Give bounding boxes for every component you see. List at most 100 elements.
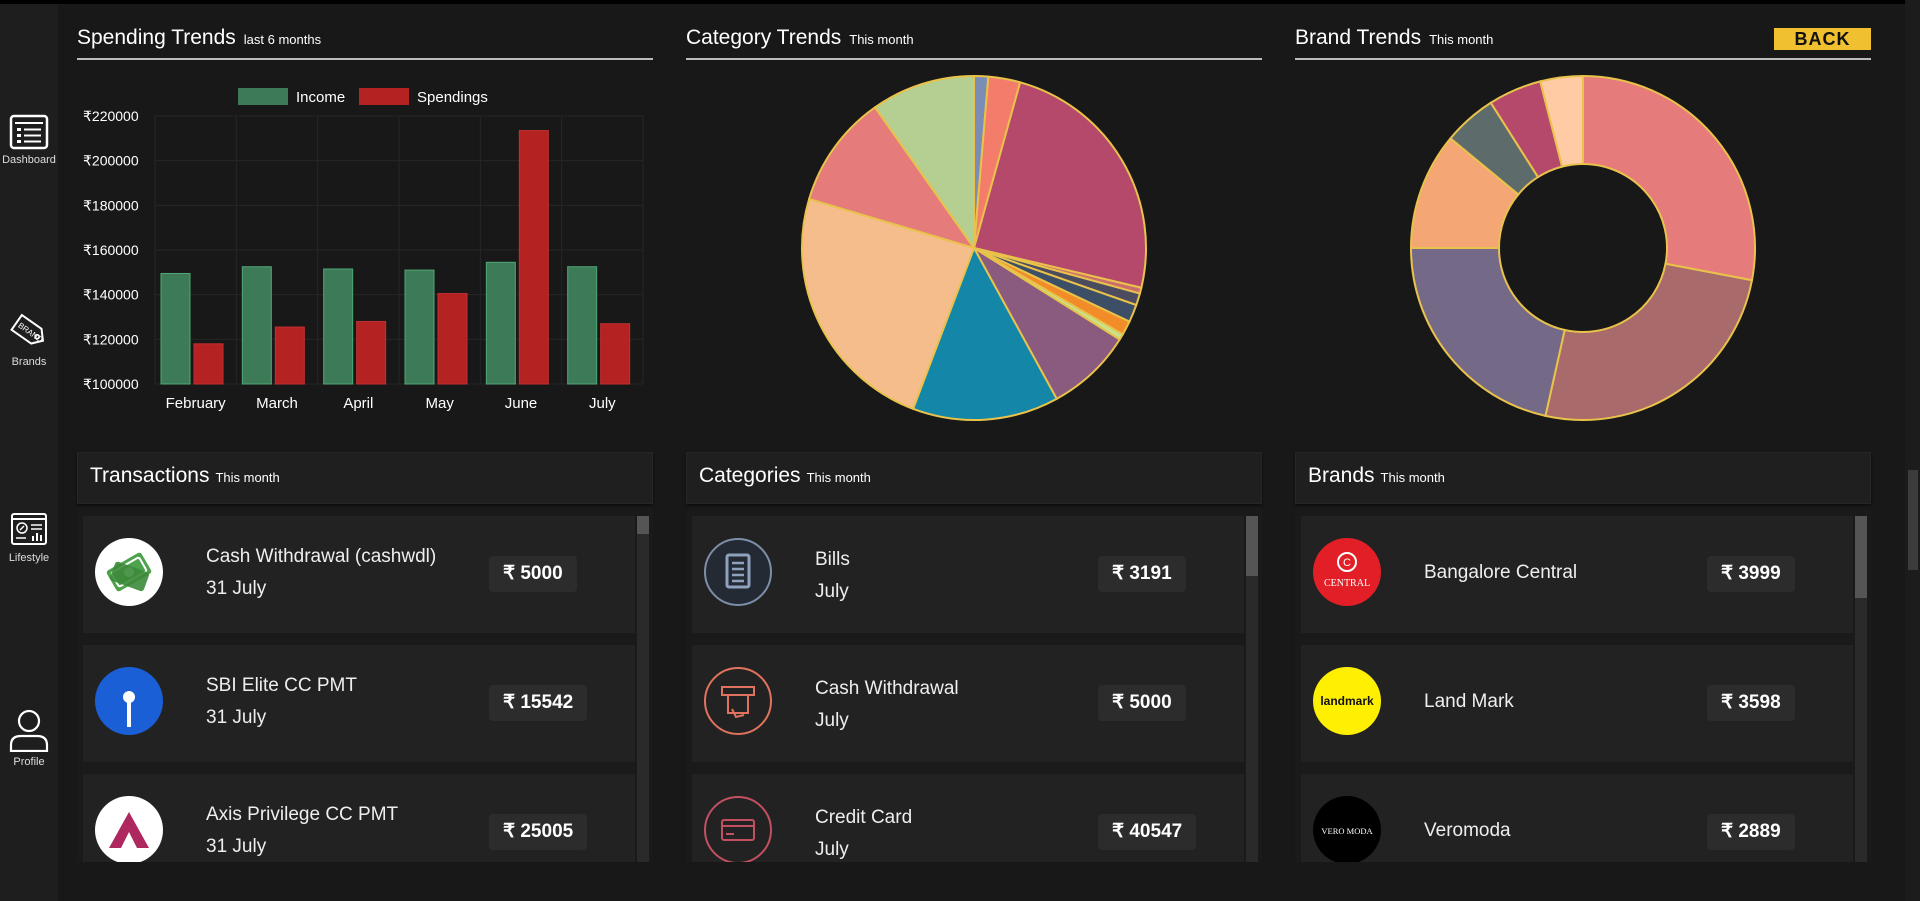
- brand-amount: ₹ 3999: [1707, 556, 1795, 592]
- spending-trends-header: Spending Trends last 6 months: [77, 26, 653, 60]
- panel-subtitle: This month: [1429, 32, 1494, 47]
- x-tick-label: May: [425, 395, 454, 412]
- brand-donut-chart: [1409, 74, 1756, 421]
- y-tick-label: ₹160000: [83, 242, 139, 258]
- pie-slice: [1544, 262, 1754, 421]
- sidebar-item-lifestyle[interactable]: Lifestyle: [0, 512, 58, 564]
- y-tick-label: ₹220000: [83, 108, 139, 124]
- transaction-name: Axis Privilege CC PMT: [206, 804, 399, 825]
- transaction-date: 31 July: [206, 578, 267, 599]
- panel-title: Category Trends: [686, 26, 842, 49]
- brands-card: Brands This month C CENTRAL Bangalore Cent…: [1295, 452, 1871, 862]
- list-item[interactable]: Axis Privilege CC PMT 31 July ₹ 25005: [83, 774, 635, 862]
- brand-name: Veromoda: [1424, 820, 1511, 841]
- landmark-logo-text: landmark: [1320, 694, 1374, 708]
- sbi-logo: [95, 667, 163, 735]
- transaction-amount: ₹ 25005: [489, 814, 588, 850]
- transactions-list[interactable]: Cash Withdrawal (cashwdl) 31 July ₹ 5000…: [83, 516, 635, 862]
- transaction-amount: ₹ 15542: [489, 685, 588, 721]
- panel-subtitle: last 6 months: [243, 32, 322, 47]
- list-item[interactable]: landmark Land Mark ₹ 3598: [1301, 645, 1853, 762]
- transaction-name: Cash Withdrawal (cashwdl): [206, 546, 437, 567]
- scroll-thumb[interactable]: [1855, 516, 1867, 598]
- category-amount: ₹ 3191: [1098, 556, 1186, 592]
- bar-income: [485, 261, 516, 385]
- legend-swatch: [238, 88, 288, 105]
- categories-list[interactable]: Bills July ₹ 3191 Cash Withdrawal July ₹…: [692, 516, 1244, 862]
- list-item[interactable]: VERO MODA Veromoda ₹ 2889: [1301, 774, 1853, 862]
- page-scroll-thumb[interactable]: [1908, 470, 1918, 570]
- bar-spendings: [518, 130, 549, 385]
- bar-income: [567, 266, 598, 385]
- atm-icon: [704, 667, 772, 735]
- sidebar-item-label: Dashboard: [2, 154, 56, 166]
- category-period: July: [815, 839, 849, 860]
- central-logo-text: CENTRAL: [1324, 578, 1370, 589]
- landmark-logo: landmark: [1313, 667, 1381, 735]
- transactions-scrollbar[interactable]: [637, 516, 649, 862]
- card-subtitle: This month: [215, 470, 280, 485]
- sidebar-item-label: Profile: [13, 756, 45, 768]
- cash-withdrawal-logo: [95, 538, 163, 606]
- svg-text:C: C: [1343, 557, 1351, 569]
- transaction-amount: ₹ 5000: [489, 556, 577, 592]
- brands-card-header: Brands This month: [1295, 452, 1871, 504]
- category-name: Credit Card: [815, 807, 913, 828]
- brand-name: Bangalore Central: [1424, 562, 1578, 583]
- list-item[interactable]: Cash Withdrawal (cashwdl) 31 July ₹ 5000: [83, 516, 635, 633]
- panel-title: Spending Trends: [77, 26, 236, 49]
- credit-card-icon: [704, 796, 772, 862]
- brand-amount: ₹ 3598: [1707, 685, 1795, 721]
- page-scrollbar[interactable]: [1905, 0, 1920, 901]
- dashboard-icon: [9, 114, 49, 150]
- list-item[interactable]: C CENTRAL Bangalore Central ₹ 3999: [1301, 516, 1853, 633]
- sidebar-item-brands[interactable]: BRAND Brands: [0, 310, 58, 368]
- categories-scrollbar[interactable]: [1246, 516, 1258, 862]
- spending-bar-chart: ₹100000 ₹120000 ₹140000 ₹160000 ₹180000 ₹2000…: [83, 88, 644, 412]
- scroll-thumb[interactable]: [1246, 516, 1258, 576]
- categories-card-header: Categories This month: [686, 452, 1262, 504]
- category-period: July: [815, 710, 849, 731]
- list-item[interactable]: Bills July ₹ 3191: [692, 516, 1244, 633]
- y-tick-label: ₹180000: [83, 197, 139, 213]
- category-pie-chart: [801, 74, 1147, 421]
- categories-card: Categories This month Bills July ₹ 3191 C…: [686, 452, 1262, 862]
- category-amount: ₹ 5000: [1098, 685, 1186, 721]
- category-name: Cash Withdrawal: [815, 678, 959, 699]
- transactions-card-header: Transactions This month: [77, 452, 653, 504]
- sidebar-item-dashboard[interactable]: Dashboard: [0, 114, 58, 166]
- legend-swatch: [359, 88, 409, 105]
- pie-slice: [1409, 247, 1566, 418]
- bills-icon: [704, 538, 772, 606]
- brand-name: Land Mark: [1424, 691, 1514, 712]
- bar-income: [323, 268, 354, 385]
- x-tick-label: February: [166, 395, 227, 412]
- transaction-name: SBI Elite CC PMT: [206, 675, 357, 696]
- list-item[interactable]: Credit Card July ₹ 40547: [692, 774, 1244, 862]
- back-button[interactable]: BACK: [1774, 28, 1871, 50]
- card-subtitle: This month: [806, 470, 871, 485]
- transactions-card: Transactions This month Cash Withdrawal (…: [77, 452, 653, 862]
- brand-amount: ₹ 2889: [1707, 814, 1795, 850]
- bar-spendings: [356, 320, 387, 385]
- bar-income: [404, 269, 435, 385]
- list-item[interactable]: SBI Elite CC PMT 31 July ₹ 15542: [83, 645, 635, 762]
- scroll-thumb[interactable]: [637, 516, 649, 534]
- brand-trends-header: Brand Trends This month BACK: [1295, 26, 1871, 60]
- bar-income: [160, 272, 191, 385]
- category-period: July: [815, 581, 849, 602]
- card-title: Categories: [699, 464, 801, 487]
- x-tick-label: July: [589, 395, 616, 412]
- central-logo: C CENTRAL: [1313, 538, 1381, 606]
- panel-subtitle: This month: [849, 32, 914, 47]
- brands-scrollbar[interactable]: [1855, 516, 1867, 862]
- category-name: Bills: [815, 549, 850, 570]
- bar-spendings: [193, 343, 224, 385]
- sidebar-item-profile[interactable]: Profile: [0, 708, 58, 768]
- y-tick-label: ₹120000: [83, 331, 139, 347]
- x-tick-label: March: [256, 395, 298, 412]
- category-amount: ₹ 40547: [1098, 814, 1197, 850]
- bar-spendings: [437, 293, 468, 385]
- list-item[interactable]: Cash Withdrawal July ₹ 5000: [692, 645, 1244, 762]
- brands-list[interactable]: C CENTRAL Bangalore Central ₹ 3999 landma…: [1301, 516, 1853, 862]
